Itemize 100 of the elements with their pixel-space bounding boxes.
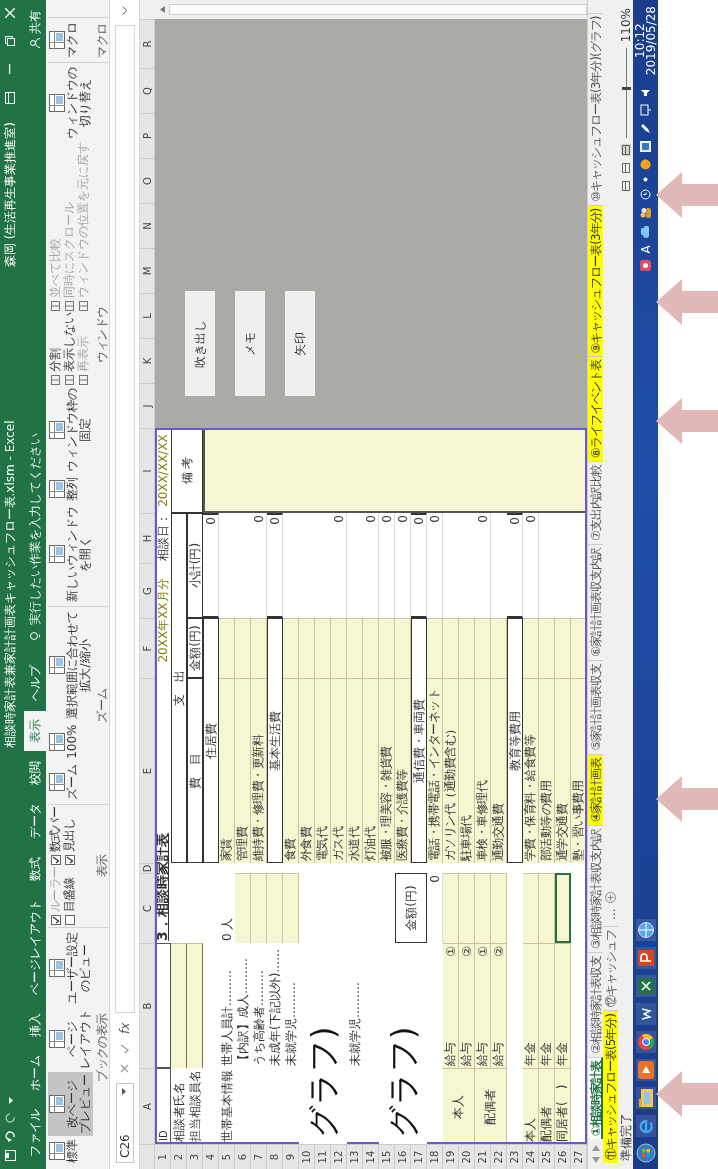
picture-icon[interactable] <box>640 141 651 153</box>
row-header[interactable]: 10 <box>299 1144 315 1169</box>
ribbon-tab[interactable]: 挿入 <box>24 1005 46 1045</box>
ribbon-button[interactable]: 整列 <box>48 475 80 504</box>
ribbon-display-icon[interactable] <box>5 92 15 104</box>
ribbon-button[interactable]: 改ページ プレビュー <box>48 1072 93 1136</box>
ribbon-button[interactable]: 表示しない <box>63 312 76 386</box>
row-header[interactable]: 22 <box>491 1144 507 1169</box>
column-header[interactable]: R <box>140 19 155 68</box>
pen-icon[interactable] <box>640 123 651 135</box>
start-orb-icon[interactable] <box>635 1143 656 1163</box>
function-button[interactable]: fx <box>117 1022 132 1034</box>
row-header[interactable]: 20 <box>459 1144 475 1169</box>
formula-field[interactable] <box>114 25 135 1013</box>
scroll-up-icon[interactable] <box>160 6 165 13</box>
shape-button[interactable]: メモ <box>235 291 265 396</box>
column-header[interactable]: B <box>140 943 155 1068</box>
word-icon[interactable] <box>635 1003 656 1025</box>
dot-icon[interactable] <box>643 177 648 183</box>
sheet-tab[interactable]: ⑥家計計画表収支内訳 <box>588 544 603 660</box>
column-header[interactable]: J <box>140 383 155 428</box>
row-header[interactable]: 2 <box>171 1144 187 1169</box>
amount-cell[interactable] <box>555 873 571 943</box>
globe-icon[interactable] <box>635 919 656 941</box>
row-header[interactable]: 1 <box>155 1144 171 1169</box>
cloud-icon[interactable] <box>641 226 650 239</box>
ribbon-tab[interactable]: 数式 <box>24 849 46 889</box>
clock-circle-icon[interactable] <box>640 189 651 201</box>
vertical-scrollbar[interactable] <box>140 0 587 19</box>
excel-icon[interactable] <box>635 975 656 997</box>
ribbon-tab[interactable]: データ <box>24 795 46 847</box>
shape-button[interactable]: 矢印 <box>285 291 315 396</box>
ribbon-button[interactable]: ウィンドウの 切り替え <box>48 65 93 142</box>
column-header[interactable]: G <box>140 563 155 618</box>
amount-cell[interactable] <box>539 873 555 943</box>
row-header[interactable]: 14 <box>363 1144 379 1169</box>
column-header[interactable]: C <box>140 873 155 943</box>
ribbon-button[interactable]: 新しいウィンドウ を開く <box>48 504 93 605</box>
close-icon[interactable] <box>5 8 15 18</box>
column-header[interactable]: N <box>140 203 155 248</box>
zoom-level[interactable]: 110% <box>619 8 633 43</box>
row-header[interactable]: 7 <box>251 1144 267 1169</box>
share-button[interactable]: 共有 <box>24 10 46 48</box>
row-header[interactable]: 25 <box>539 1144 555 1169</box>
minimize-icon[interactable] <box>9 64 11 74</box>
monitor-icon[interactable] <box>640 104 651 117</box>
shape-button[interactable]: 吹き出し <box>185 291 215 396</box>
name-box[interactable]: C26 <box>115 1083 134 1163</box>
ribbon-button[interactable]: ズーム <box>48 761 80 802</box>
tell-me-field[interactable]: 実行したい作業を入力してください <box>27 393 43 627</box>
ribbon-button[interactable]: 100% <box>48 722 80 761</box>
sheet-tab[interactable]: ⑩キャッシュフロー表(3年分)(グラフ) <box>588 12 603 205</box>
ribbon-button[interactable]: ページ レイアウト <box>48 1007 93 1071</box>
column-header[interactable]: L <box>140 293 155 338</box>
ribbon-tab[interactable]: ページレイアウト <box>24 891 46 1003</box>
row-header[interactable]: 6 <box>235 1144 251 1169</box>
amount-cell[interactable] <box>523 873 539 943</box>
more-sheets-button[interactable]: ... <box>603 902 618 926</box>
people-icon[interactable] <box>640 207 651 220</box>
ribbon-tab[interactable]: ホーム <box>24 1047 46 1099</box>
checkbox[interactable]: 数式バー <box>49 806 62 866</box>
ribbon-tab[interactable]: ヘルプ <box>24 657 46 709</box>
chrome-icon[interactable] <box>635 1031 656 1053</box>
sheet-tab[interactable]: ⑫キャッシュフ <box>603 926 618 1010</box>
row-header[interactable]: 4 <box>203 1144 219 1169</box>
view-icon[interactable] <box>621 180 631 193</box>
clock[interactable]: 10:12 2019/05/28 <box>634 6 657 76</box>
column-header[interactable]: H <box>140 513 155 563</box>
row-header[interactable]: 27 <box>571 1144 587 1169</box>
save-icon[interactable] <box>4 1150 16 1161</box>
row-header[interactable]: 21 <box>475 1144 491 1169</box>
ribbon-tab[interactable]: 校閲 <box>24 753 46 793</box>
column-header[interactable]: O <box>140 158 155 203</box>
record-icon[interactable] <box>640 260 651 272</box>
row-header[interactable]: 8 <box>267 1144 283 1169</box>
chevron-icon[interactable] <box>121 6 128 15</box>
check-icon[interactable] <box>120 1044 129 1054</box>
row-header[interactable]: 12 <box>331 1144 347 1169</box>
ime-mode[interactable]: A <box>638 245 653 254</box>
row-header[interactable]: 26 <box>555 1144 571 1169</box>
sheet-tab[interactable]: ⑨キャッシュフロー表(3年分) <box>588 204 603 357</box>
column-header[interactable]: A <box>140 1068 155 1144</box>
ribbon-tab[interactable]: 表示 <box>24 711 46 751</box>
row-header[interactable]: 16 <box>395 1144 411 1169</box>
ribbon-button[interactable]: 標準 <box>48 1137 80 1165</box>
row-header[interactable]: 17 <box>411 1144 427 1169</box>
redo-icon[interactable] <box>4 1112 16 1123</box>
play-icon[interactable] <box>635 1059 656 1081</box>
column-header[interactable]: F <box>140 618 155 678</box>
view-icon[interactable] <box>621 162 631 175</box>
sheet-tab[interactable]: ⑤家計計画表収支 <box>588 659 603 754</box>
row-header[interactable]: 5 <box>219 1144 235 1169</box>
ribbon-button[interactable]: ユーザー設定 のビュー <box>48 930 93 1006</box>
caret-icon[interactable] <box>6 1097 14 1104</box>
add-sheet-icon[interactable] <box>605 891 616 903</box>
zoom-slider[interactable] <box>621 48 631 139</box>
row-header[interactable]: 11 <box>315 1144 331 1169</box>
checkbox[interactable]: 目盛線 <box>63 866 76 925</box>
column-header[interactable]: E <box>140 678 155 863</box>
undo-icon[interactable] <box>4 1131 16 1142</box>
